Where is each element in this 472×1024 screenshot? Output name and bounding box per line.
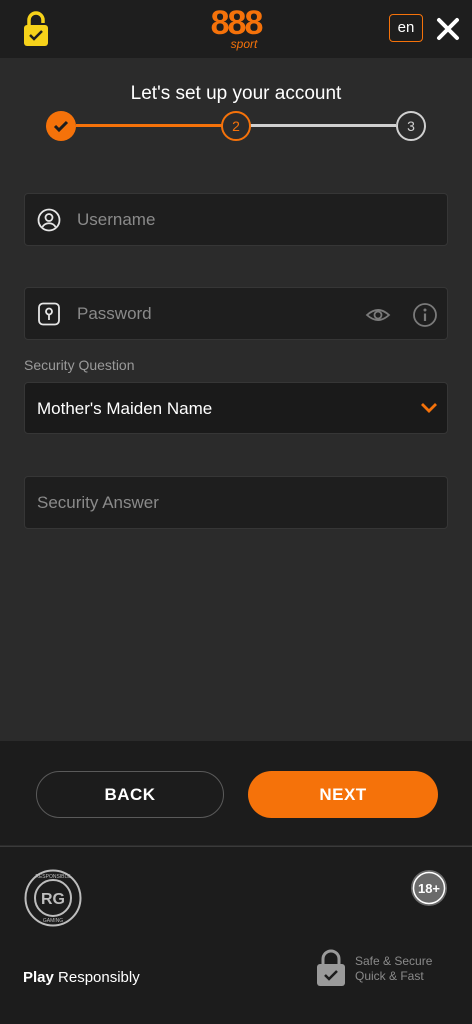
username-field[interactable]: Username: [24, 193, 448, 246]
responsible-gaming-badge[interactable]: RG RESPONSIBLE GAMING: [24, 869, 82, 927]
security-question-label: Security Question: [24, 357, 135, 373]
step-3-pending: 3: [396, 111, 426, 141]
progress-stepper: 2 3: [0, 108, 472, 144]
password-placeholder: Password: [77, 304, 152, 323]
chevron-down-icon: [419, 401, 439, 415]
brand-logo: 888 sport: [205, 6, 267, 52]
page-title: Let's set up your account: [130, 83, 342, 104]
rg-badge-text: RG: [41, 891, 65, 908]
security-answer-field[interactable]: Security Answer: [24, 476, 448, 529]
play-rest: Responsibly: [53, 969, 140, 986]
username-placeholder: Username: [77, 210, 156, 229]
check-icon: [53, 120, 69, 133]
next-button[interactable]: NEXT: [248, 771, 438, 818]
rg-badge-ring-top: RESPONSIBLE: [35, 874, 71, 880]
stepper-line-pending: [250, 124, 396, 127]
action-bar: BACK NEXT: [0, 741, 472, 845]
play-responsibly-text[interactable]: Play Responsibly: [23, 969, 140, 986]
secure-text: Safe & Secure Quick & Fast: [355, 954, 432, 984]
lock-icon[interactable]: [22, 10, 50, 48]
logo-number: 888: [210, 4, 264, 42]
secure-line-1: Safe & Secure: [355, 954, 433, 968]
age-restriction-badge: 18+: [410, 869, 448, 907]
security-answer-placeholder: Security Answer: [37, 493, 159, 512]
close-icon[interactable]: [436, 17, 460, 41]
step-2-current: 2: [221, 111, 251, 141]
age-badge-text: 18+: [418, 881, 440, 896]
play-bold: Play: [23, 969, 54, 986]
security-question-value: Mother's Maiden Name: [37, 399, 213, 418]
back-button[interactable]: BACK: [36, 771, 224, 818]
password-field[interactable]: Password: [24, 287, 448, 340]
security-question-select[interactable]: Mother's Maiden Name: [24, 382, 448, 434]
rg-badge-ring-bottom: GAMING: [43, 918, 63, 924]
language-button[interactable]: en: [389, 14, 423, 42]
keyhole-icon: [37, 302, 61, 326]
secure-lock-icon: [315, 948, 347, 988]
info-icon[interactable]: [412, 302, 438, 328]
top-bar: 888 sport en: [0, 0, 472, 58]
user-icon: [37, 208, 61, 232]
secure-line-2: Quick & Fast: [355, 969, 424, 983]
step-1-complete: [46, 111, 76, 141]
eye-icon[interactable]: [365, 303, 391, 327]
stepper-line-complete: [76, 124, 222, 127]
footer: RG RESPONSIBLE GAMING 18+ Play Responsib…: [0, 846, 472, 1024]
